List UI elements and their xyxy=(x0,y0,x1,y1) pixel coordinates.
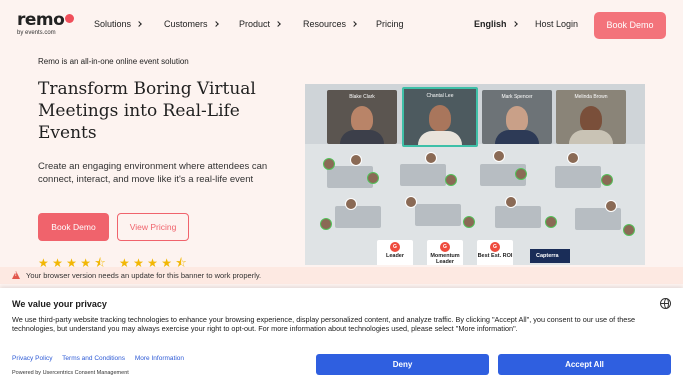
hero-eyebrow: Remo is an all-in-one online event solut… xyxy=(38,57,189,66)
participant-name: Chantal Lee xyxy=(426,93,454,99)
g2-badge: G Best Est. ROI xyxy=(477,240,513,265)
terms-link[interactable]: Terms and Conditions xyxy=(62,355,125,362)
browser-warning-banner: Your browser version needs an update for… xyxy=(0,267,683,284)
consent-links: Privacy Policy Terms and Conditions More… xyxy=(12,355,192,362)
participant-face xyxy=(506,106,528,132)
g2-logo-icon: G xyxy=(490,242,500,252)
warning-text: Your browser version needs an update for… xyxy=(26,271,262,280)
participant-body xyxy=(418,131,462,145)
globe-icon[interactable] xyxy=(660,298,671,309)
book-demo-nav-button[interactable]: Book Demo xyxy=(594,12,666,39)
nav-product[interactable]: Product xyxy=(239,19,281,29)
hero-headline: Transform Boring Virtual Meetings into R… xyxy=(38,79,256,143)
consent-title: We value your privacy xyxy=(12,299,107,309)
attendee-avatar xyxy=(567,152,579,164)
attendee-avatar xyxy=(320,218,332,230)
floor-table xyxy=(335,206,381,228)
nav-customers[interactable]: Customers xyxy=(164,19,219,29)
nav-pricing[interactable]: Pricing xyxy=(376,19,404,29)
attendee-avatar xyxy=(425,152,437,164)
accept-all-button[interactable]: Accept All xyxy=(498,354,671,375)
participant-name: Melinda Brown xyxy=(574,94,608,100)
hero-product-image: Blake Clark Chantal Lee Mark Spencer Mel… xyxy=(305,84,645,265)
participant-body xyxy=(569,130,613,144)
attendee-avatar xyxy=(345,198,357,210)
more-information-link[interactable]: More Information xyxy=(135,355,184,362)
floor-table xyxy=(400,164,446,186)
chevron-right-icon xyxy=(212,21,219,27)
nav-solutions[interactable]: Solutions xyxy=(94,19,142,29)
top-navigation: remo by events.com Solutions Customers P… xyxy=(0,0,683,50)
attendee-avatar xyxy=(605,200,617,212)
logo-subtitle: by events.com xyxy=(17,30,56,36)
attendee-avatar xyxy=(515,168,527,180)
g2-logo-icon: G xyxy=(390,242,400,252)
language-label: English xyxy=(474,19,507,29)
chevron-right-icon xyxy=(275,21,281,27)
participant-body xyxy=(495,130,539,144)
g2-badge: G Leader xyxy=(377,240,413,265)
g2-logo-icon: G xyxy=(440,242,450,252)
book-demo-button[interactable]: Book Demo xyxy=(38,213,109,241)
logo-dot-icon xyxy=(65,14,75,23)
capterra-badge: Capterra xyxy=(530,249,570,263)
remo-logo[interactable]: remo by events.com xyxy=(17,10,75,36)
video-tile: Mark Spencer xyxy=(482,90,552,144)
powered-by-text: Powered by Usercentrics Consent Manageme… xyxy=(12,370,129,376)
event-floor-plan xyxy=(305,144,645,265)
attendee-avatar xyxy=(623,224,635,236)
video-tile: Melinda Brown xyxy=(556,90,626,144)
language-selector[interactable]: English xyxy=(474,19,518,29)
attendee-avatar xyxy=(601,174,613,186)
attendee-avatar xyxy=(463,216,475,228)
attendee-avatar xyxy=(445,174,457,186)
chevron-right-icon xyxy=(136,21,142,27)
consent-body: We use third-party website tracking tech… xyxy=(12,315,636,333)
floor-table xyxy=(555,166,601,188)
attendee-avatar xyxy=(367,172,379,184)
badge-label: Momentum Leader xyxy=(430,253,460,265)
logo-word: remo xyxy=(17,10,65,30)
nav-resources[interactable]: Resources xyxy=(303,19,357,29)
participant-body xyxy=(340,130,384,144)
participant-name: Blake Clark xyxy=(349,94,375,100)
floor-table xyxy=(415,204,461,226)
hero-subhead: Create an engaging environment where att… xyxy=(38,161,268,185)
chevron-right-icon xyxy=(351,21,357,27)
privacy-policy-link[interactable]: Privacy Policy xyxy=(12,355,52,362)
badge-label: Best Est. ROI xyxy=(477,253,513,259)
host-login-link[interactable]: Host Login xyxy=(535,19,578,29)
video-tile-active: Chantal Lee xyxy=(402,87,478,147)
badge-label: Leader xyxy=(385,253,405,259)
participant-face xyxy=(429,105,451,131)
floor-table xyxy=(575,208,621,230)
nav-solutions-label: Solutions xyxy=(94,19,132,29)
cookie-consent-banner: We value your privacy We use third-party… xyxy=(0,288,683,384)
attendee-avatar xyxy=(405,196,417,208)
warning-icon xyxy=(12,271,20,279)
deny-button[interactable]: Deny xyxy=(316,354,489,375)
video-tile: Blake Clark xyxy=(327,90,397,144)
attendee-avatar xyxy=(545,216,557,228)
attendee-avatar xyxy=(350,154,362,166)
nav-resources-label: Resources xyxy=(303,19,347,29)
g2-badge: G Momentum Leader xyxy=(427,240,463,265)
participant-name: Mark Spencer xyxy=(501,94,533,100)
nav-product-label: Product xyxy=(239,19,271,29)
participant-face xyxy=(351,106,373,132)
participant-face xyxy=(580,106,602,132)
attendee-avatar xyxy=(505,196,517,208)
nav-customers-label: Customers xyxy=(164,19,208,29)
attendee-avatar xyxy=(493,150,505,162)
chevron-right-icon xyxy=(511,21,518,27)
floor-table xyxy=(495,206,541,228)
attendee-avatar xyxy=(323,158,335,170)
view-pricing-button[interactable]: View Pricing xyxy=(117,213,189,241)
